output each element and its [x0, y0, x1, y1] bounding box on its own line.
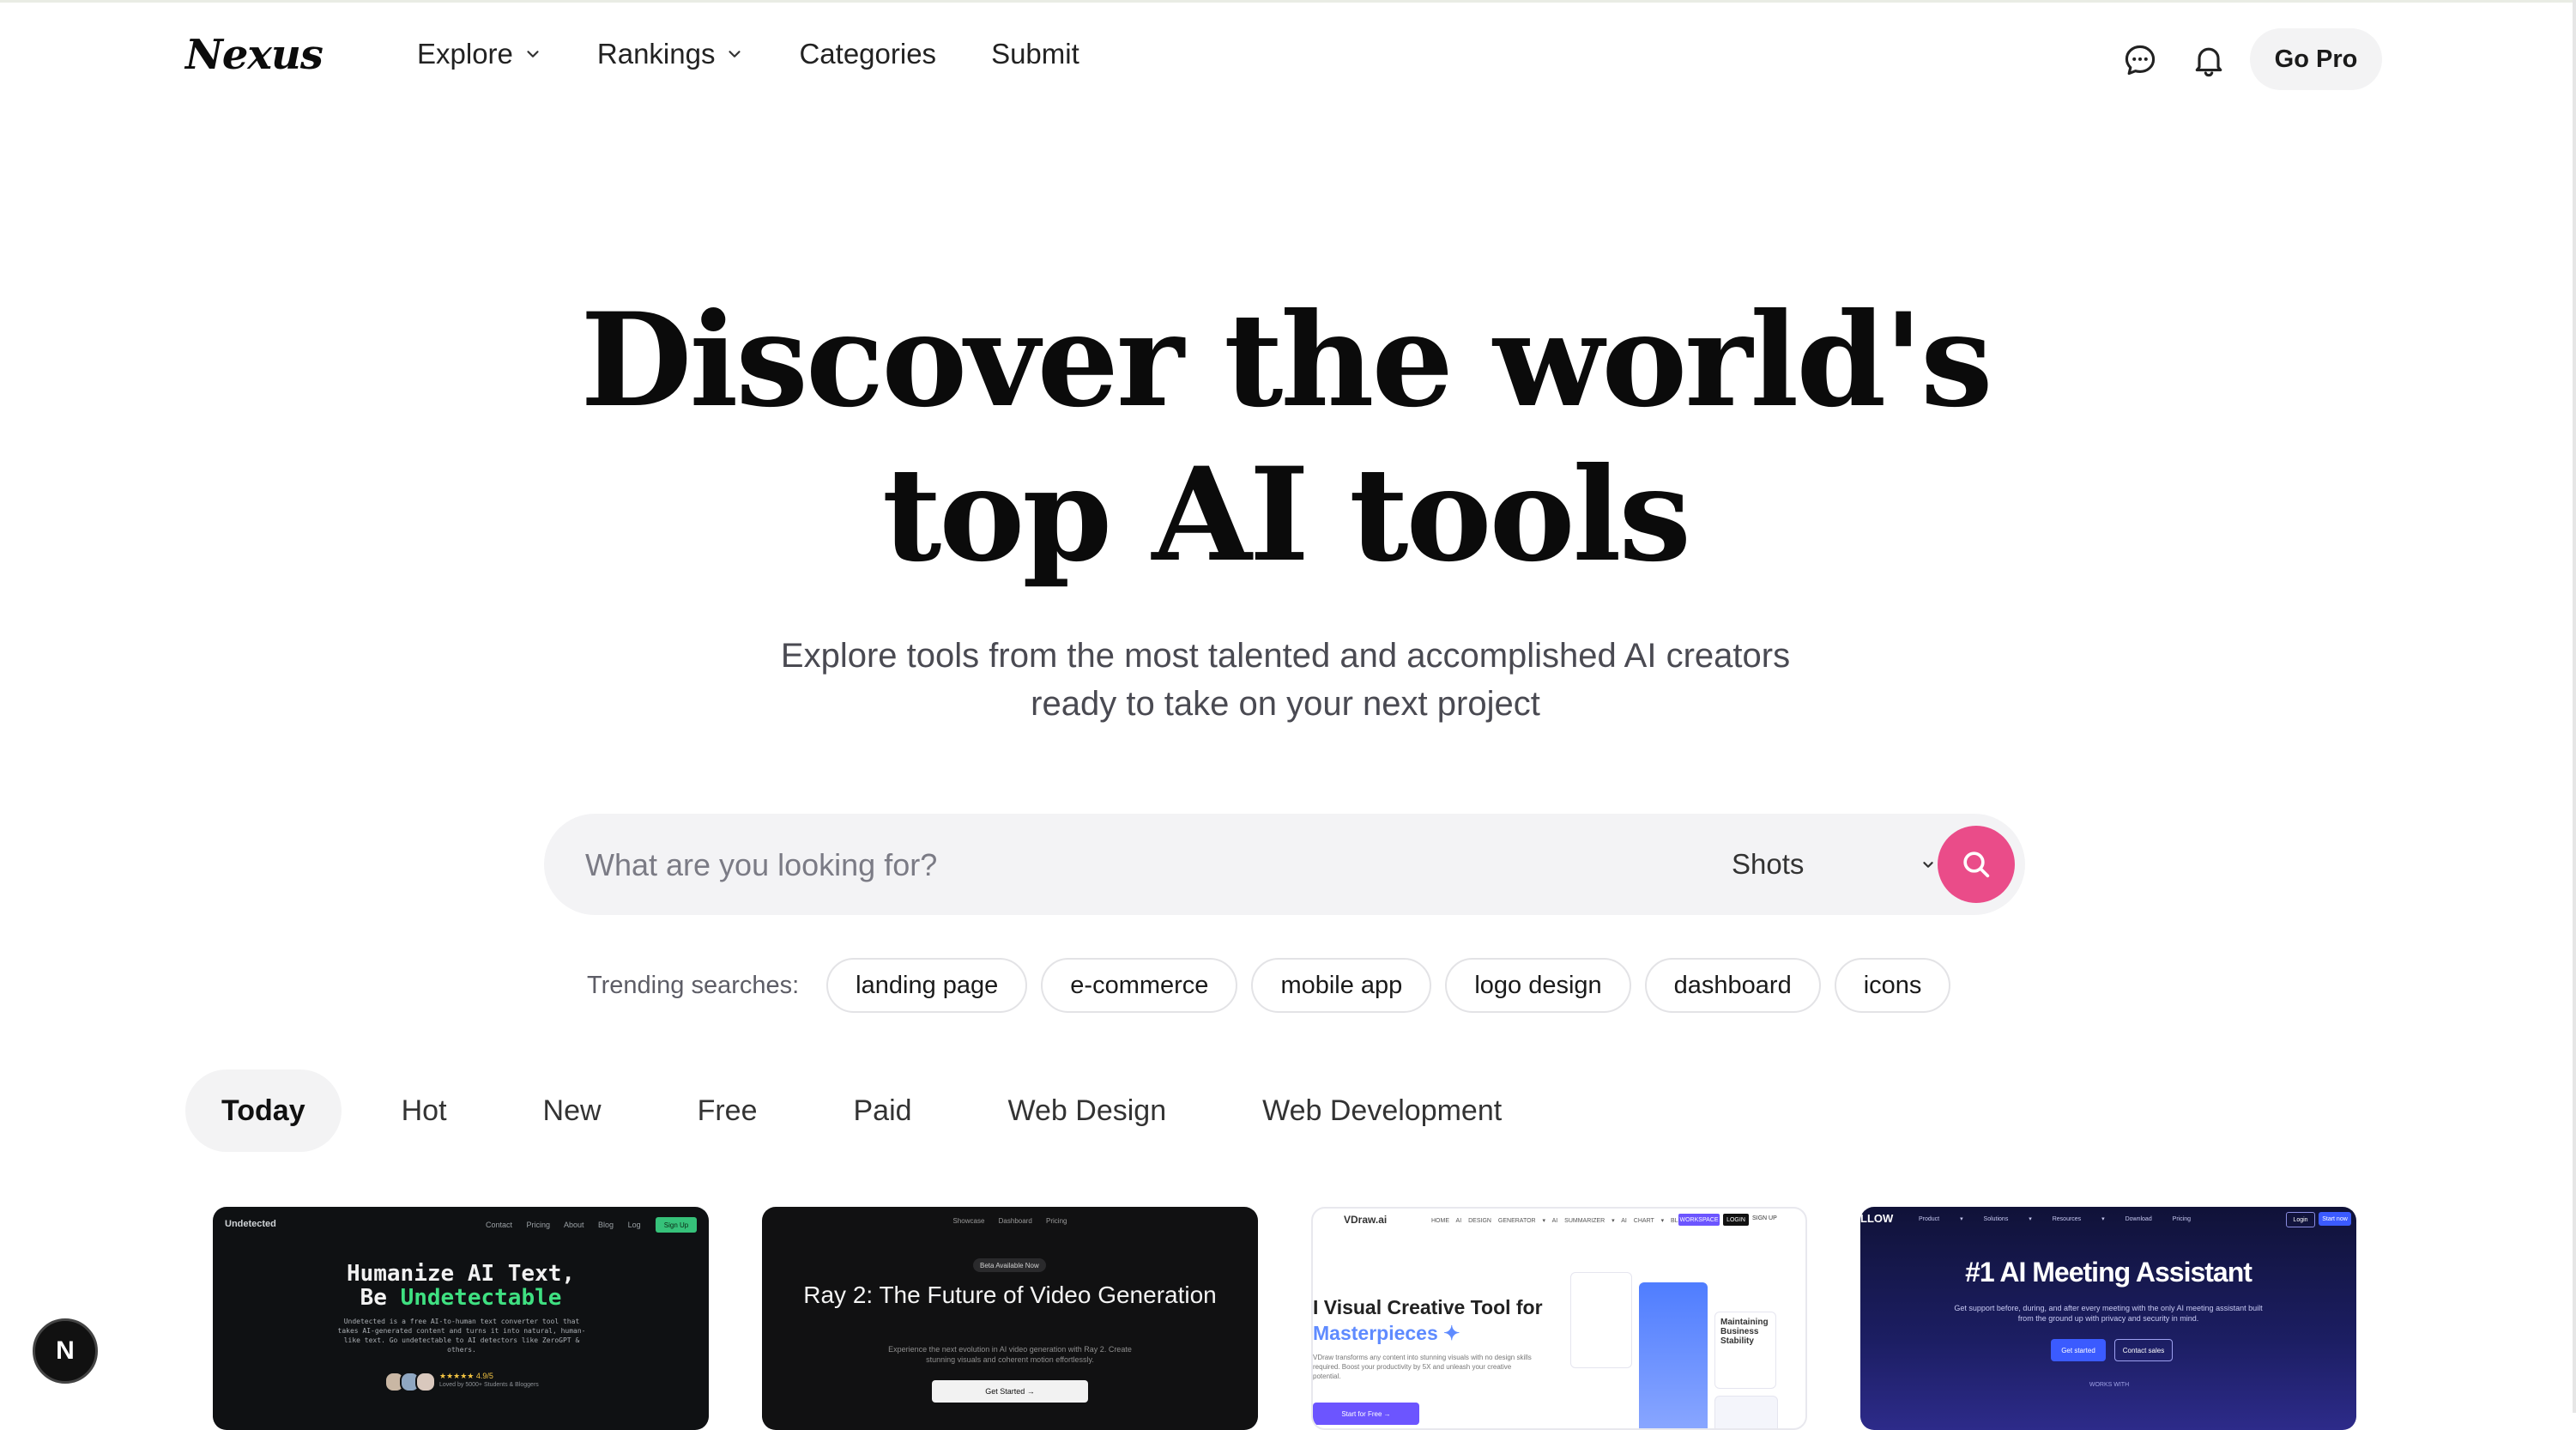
nav-explore-label: Explore	[417, 38, 513, 70]
card-works-with: WORKS WITH	[2089, 1382, 2130, 1388]
card-body: VDraw transforms any content into stunni…	[1313, 1354, 1532, 1380]
tab-new[interactable]: New	[507, 1069, 638, 1152]
search-scope-value: Shots	[1732, 848, 1805, 880]
card-nav: HOME AI DESIGN GENERATOR ▾ AI SUMMARIZER…	[1431, 1218, 1688, 1224]
chevron-down-icon	[729, 51, 741, 58]
nav-rankings[interactable]: Rankings	[597, 38, 745, 70]
page-subtitle-line1: Explore tools from the most talented and…	[780, 637, 1791, 675]
tab-free[interactable]: Free	[662, 1069, 794, 1152]
mockup-label: Maintaining Business Stability	[1714, 1312, 1776, 1389]
card-cta: Get Started →	[932, 1380, 1088, 1403]
card-body: Experience the next evolution in AI vide…	[888, 1345, 1132, 1364]
trending-chip[interactable]: dashboard	[1644, 958, 1821, 1013]
card-signup: Sign Up	[656, 1217, 697, 1233]
card-headline: I Visual Creative Tool for Masterpieces …	[1313, 1294, 1570, 1346]
trending-chip[interactable]: landing page	[826, 958, 1028, 1013]
card-nav: Product ▾ Solutions ▾ Resources ▾ Downlo…	[1919, 1216, 2192, 1222]
search-scope-select[interactable]: Shots	[1732, 838, 1938, 891]
mockup-panel	[1714, 1396, 1778, 1428]
card-mockup: Maintaining Business Stability	[1570, 1260, 1778, 1428]
trending-chip[interactable]: logo design	[1445, 958, 1631, 1013]
scrollbar-track[interactable]	[2573, 0, 2576, 1413]
top-border	[0, 0, 2576, 3]
trending-searches: Trending searches: landing page e-commer…	[587, 956, 1964, 1015]
page-subtitle-line2: ready to take on your next project	[1031, 685, 1540, 723]
card-nav: Contact Pricing About Blog Log In	[486, 1221, 662, 1229]
tool-card-undetected[interactable]: Undetected Contact Pricing About Blog Lo…	[213, 1207, 709, 1430]
card-badge: Beta Available Now	[973, 1258, 1046, 1272]
bell-icon[interactable]	[2188, 39, 2229, 81]
card-brand: VDraw.ai	[1344, 1214, 1388, 1226]
mockup-panel	[1570, 1272, 1632, 1368]
tool-card-meeting-assistant[interactable]: LLOW Product ▾ Solutions ▾ Resources ▾ D…	[1860, 1207, 2356, 1430]
nav-rankings-label: Rankings	[596, 38, 716, 70]
tool-card-vdraw[interactable]: VDraw.ai HOME AI DESIGN GENERATOR ▾ AI S…	[1311, 1207, 1807, 1430]
card-primary-button: Get started	[2051, 1339, 2106, 1361]
tab-today[interactable]: Today	[185, 1069, 342, 1152]
tab-web-development[interactable]: Web Development	[1226, 1069, 1538, 1152]
card-nav: Showcase Dashboard Pricing	[952, 1217, 1067, 1225]
page-title-line1: Discover the world's	[580, 285, 1992, 436]
search-button[interactable]	[1938, 826, 2015, 903]
page-title: Discover the world's top AI tools	[0, 283, 2571, 592]
nav-explore[interactable]: Explore	[417, 38, 542, 70]
trending-label: Trending searches:	[587, 971, 800, 999]
nav-categories-label: Categories	[799, 38, 937, 70]
tab-web-design[interactable]: Web Design	[972, 1069, 1203, 1152]
card-brand: Undetected	[225, 1219, 276, 1229]
card-login: Login	[2286, 1212, 2315, 1227]
trending-chip[interactable]: icons	[1834, 958, 1951, 1013]
nav-submit-label: Submit	[991, 38, 1079, 70]
message-icon[interactable]	[2119, 39, 2161, 81]
card-signup: SIGN UP	[1752, 1215, 1777, 1221]
avatar	[415, 1372, 436, 1392]
card-headline: Humanize AI Text, Be Undetectable	[213, 1262, 709, 1310]
search-input[interactable]	[584, 834, 1617, 896]
card-headline-prefix: Be	[360, 1285, 401, 1311]
avatar-group	[384, 1372, 436, 1392]
card-headline-line2: Masterpieces ✦	[1313, 1322, 1460, 1344]
filter-tabs: Today Hot New Free Paid Web Design Web D…	[185, 1069, 1562, 1152]
trending-chip[interactable]: mobile app	[1251, 958, 1432, 1013]
card-headline-accent: Undetectable	[400, 1285, 562, 1311]
chevron-down-icon	[1923, 862, 1933, 868]
card-headline: Ray 2: The Future of Video Generation	[803, 1282, 1217, 1308]
chevron-down-icon	[527, 51, 539, 58]
card-headline-line1: I Visual Creative Tool for	[1313, 1296, 1543, 1318]
card-body: Get support before, during, and after ev…	[1954, 1304, 2263, 1323]
go-pro-button[interactable]: Go Pro	[2250, 28, 2382, 90]
card-loved: Loved by 5000+ Students & Bloggers	[439, 1382, 539, 1388]
nav-categories[interactable]: Categories	[799, 38, 936, 70]
tab-paid[interactable]: Paid	[817, 1069, 947, 1152]
card-rating: ★★★★★ 4.9/5	[439, 1372, 493, 1380]
tool-card-ray2[interactable]: Showcase Dashboard Pricing Beta Availabl…	[762, 1207, 1258, 1430]
search-bar: Shots	[544, 814, 2025, 915]
page-subtitle: Explore tools from the most talented and…	[0, 632, 2571, 728]
card-headline: #1 AI Meeting Assistant	[1965, 1257, 2252, 1288]
card-login: LOGIN	[1723, 1214, 1749, 1226]
card-body: Undetected is a free AI-to-human text co…	[337, 1318, 586, 1354]
card-start: Start now	[2319, 1212, 2351, 1226]
nav-submit[interactable]: Submit	[991, 38, 1079, 70]
main-nav: Explore Rankings Categories Submit	[417, 38, 1134, 70]
card-workspace: WORKSPACE	[1678, 1214, 1720, 1226]
card-brand: LLOW	[1860, 1212, 1894, 1225]
logo[interactable]: Nexus	[185, 31, 324, 79]
page-title-line2: top AI tools	[881, 439, 1691, 591]
dev-indicator-button[interactable]: N	[33, 1318, 98, 1384]
card-secondary-button: Contact sales	[2114, 1339, 2173, 1361]
mockup-panel	[1639, 1282, 1708, 1428]
search-icon	[1963, 851, 1990, 878]
card-cta: Start for Free →	[1313, 1403, 1419, 1425]
card-headline-line1: Humanize AI Text,	[346, 1261, 576, 1287]
trending-chip[interactable]: e-commerce	[1041, 958, 1238, 1013]
tab-hot[interactable]: Hot	[366, 1069, 483, 1152]
